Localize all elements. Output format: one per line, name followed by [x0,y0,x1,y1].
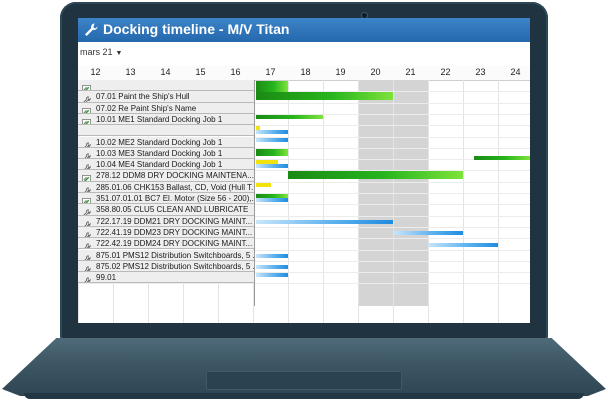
wrench-icon [82,149,91,159]
timeline-bar-blue[interactable] [256,265,288,270]
wrench-icon [82,183,91,192]
task-row[interactable]: 10.01 ME1 Standard Docking Job 1 [78,113,254,126]
wrench-icon [82,217,91,226]
wrench-icon [82,251,91,260]
day-label: 16 [230,67,241,77]
timeline-bar-blue[interactable] [256,220,393,225]
wrench-icon [82,262,91,272]
grid-column-line [428,80,429,323]
task-row[interactable]: 10.04 ME4 Standard Docking Job 1 [78,159,254,171]
task-label: 10.03 ME3 Standard Docking Job 1 [96,148,223,158]
task-row[interactable]: 875.01 PMS12 Distribution Switchboards, … [78,249,254,261]
job-icon [82,104,91,113]
task-label: 10.01 ME1 Standard Docking Job 1 [96,114,223,124]
grid-column-line [463,80,464,323]
task-row[interactable]: 351.07.01.01 BC7 El. Motor (Size 56 - 20… [78,193,254,205]
task-row[interactable]: 722.41.19 DDM23 DRY DOCKING MAINT... [78,226,254,239]
task-label: 358.80.05 CLU5 CLEAN AND LUBRICATE [96,205,249,215]
timeline-bar-blue[interactable] [256,137,288,142]
task-row[interactable]: 10.02 ME2 Standard Docking Job 1 [78,136,254,148]
task-label: 722.41.19 DDM23 DRY DOCKING MAINT... [96,227,253,237]
gantt-chart: 12 13 14 15 16 17 18 19 20 21 22 23 24 07.01 Paint t… [78,66,530,323]
task-row[interactable]: 07.01 Paint the Ship's Hull [78,91,254,103]
timeline-bar-blue[interactable] [256,197,288,202]
window-title: Docking timeline - M/V Titan [103,21,290,37]
timeline-bar-green[interactable] [256,114,323,119]
task-row[interactable]: 99.01 [78,272,254,284]
grid-column-line [323,80,324,323]
task-label: 278.12 DDM8 DRY DOCKING MAINTENA... [96,171,254,181]
touchpad [206,371,402,390]
wrench-icon [82,205,91,215]
task-row[interactable]: 285.01.06 CHK153 Ballast, CD, Void (Hull… [78,181,254,193]
job-icon [82,115,91,125]
task-row[interactable]: 722.17.19 DDM21 DRY DOCKING MAINT... [78,215,254,227]
timeline-bar-green[interactable] [288,174,463,179]
timeline-bar-green[interactable] [473,155,530,160]
timeline-bar-blue[interactable] [393,231,463,236]
day-label: 19 [335,67,346,77]
grid-column-line [393,80,394,323]
timeline-bar-yellow[interactable] [256,182,271,187]
task-label: 10.04 ME4 Standard Docking Job 1 [96,160,223,170]
day-label: 12 [90,67,101,77]
task-list: 07.01 Paint the Ship's Hull 07.02 Re Pain… [78,80,255,306]
app-screen: Docking timeline - M/V Titan mars 21 ▼ 12… [78,18,530,323]
task-row[interactable] [78,125,254,137]
task-row[interactable]: 358.80.05 CLU5 CLEAN AND LUBRICATE [78,204,254,216]
timeline-bar-green[interactable] [256,95,393,100]
month-label: mars 21 [80,47,113,57]
chevron-down-icon: ▼ [115,50,123,57]
day-label: 17 [265,67,276,77]
task-label: 07.01 Paint the Ship's Hull [96,92,190,102]
day-label: 21 [405,67,416,77]
day-label: 14 [160,67,171,77]
timeline-bar-blue[interactable] [256,129,288,134]
title-bar: Docking timeline - M/V Titan [78,18,530,42]
wrench-icon [82,239,91,249]
task-label: 99.01 [96,273,117,283]
day-header: 12 13 14 15 16 17 18 19 20 21 22 23 24 [78,66,530,81]
day-label: 20 [370,67,381,77]
day-label: 24 [510,67,521,77]
month-selector[interactable]: mars 21 ▼ [80,47,122,57]
task-label: 10.02 ME2 Standard Docking Job 1 [96,137,223,147]
day-label: 18 [300,67,311,77]
day-label: 15 [195,67,206,77]
wrench-icon [82,160,91,170]
task-row[interactable] [78,80,254,92]
wrench-icon [82,228,91,238]
day-label: 23 [475,67,486,77]
task-row[interactable]: 278.12 DDM8 DRY DOCKING MAINTENA... [78,170,254,182]
wrench-icon [82,138,91,147]
timeline-bar-blue[interactable] [256,254,288,258]
toolbar: mars 21 ▼ [78,42,530,67]
task-label: 351.07.01.01 BC7 El. Motor (Size 56 - 20… [96,194,254,203]
job-icon [82,171,91,181]
task-label: 875.02 PMS12 Distribution Switchboards, … [96,261,254,271]
grid-column-line [498,80,499,323]
day-label: 13 [125,67,136,77]
task-row[interactable]: 07.02 Re Paint Ship's Name [78,102,254,114]
day-label: 22 [440,67,451,77]
task-row[interactable]: 722.42.19 DDM24 DRY DOCKING MAINT... [78,238,254,250]
timeline-bar-blue[interactable] [428,242,498,247]
job-icon [82,194,91,204]
task-row[interactable]: 10.03 ME3 Standard Docking Job 1 [78,147,254,160]
task-label: 07.02 Re Paint Ship's Name [96,103,197,113]
job-icon [82,81,91,91]
wrench-icon [82,273,91,283]
grid-column-line [358,80,359,323]
task-label: 722.17.19 DDM21 DRY DOCKING MAINT... [96,216,253,226]
laptop-base-edge [24,393,584,399]
wrench-icon [85,23,98,36]
timeline-bar-blue[interactable] [256,273,288,278]
timeline-bar-blue[interactable] [256,163,288,168]
task-label: 285.01.06 CHK153 Ballast, CD, Void (Hull… [96,182,254,192]
wrench-icon [82,92,91,102]
timeline-bar-green[interactable] [256,152,288,157]
task-label: 722.42.19 DDM24 DRY DOCKING MAINT... [96,239,253,249]
task-row[interactable]: 875.02 PMS12 Distribution Switchboards, … [78,260,254,273]
task-label: 875.01 PMS12 Distribution Switchboards, … [96,250,254,260]
